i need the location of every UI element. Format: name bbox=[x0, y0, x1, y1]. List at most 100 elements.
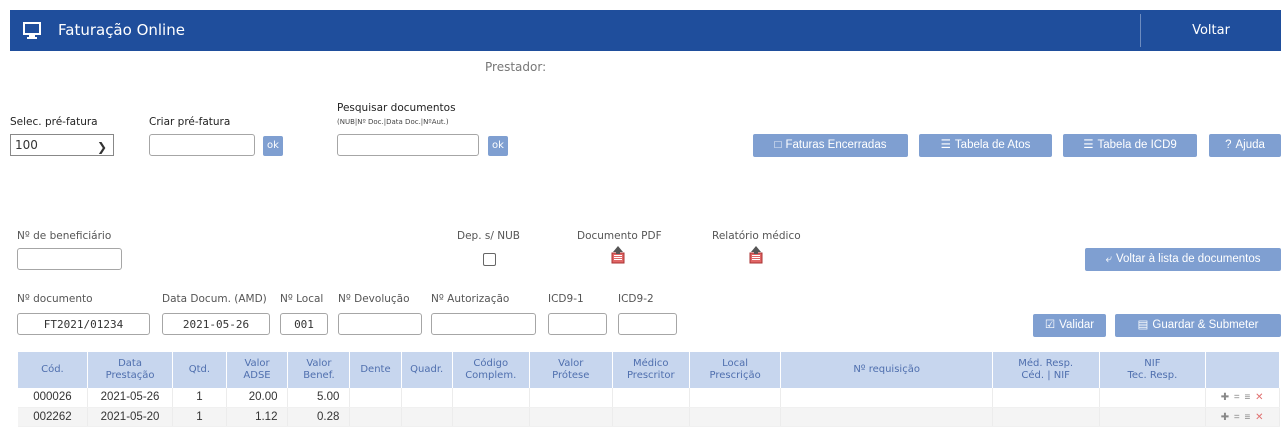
cell-empty bbox=[1099, 407, 1207, 427]
search-hint: (NUB|Nº Doc.|Data Doc.|NºAut.) bbox=[337, 118, 449, 126]
cell-empty bbox=[1099, 388, 1207, 408]
back-button[interactable]: Voltar bbox=[1141, 10, 1281, 51]
faturas-encerradas-label: Faturas Encerradas bbox=[785, 139, 887, 151]
save-icon: ▤ bbox=[1137, 319, 1149, 331]
list-icon: ☰ bbox=[1083, 139, 1094, 151]
column-header: Qtd. bbox=[172, 352, 227, 388]
column-header: Valor Prótese bbox=[529, 352, 613, 388]
pdf-upload-icon[interactable] bbox=[610, 246, 626, 264]
tabela-icd9-label: Tabela de ICD9 bbox=[1097, 139, 1177, 151]
doc-number-label: Nº documento bbox=[17, 293, 93, 305]
cell-cod: 002262 bbox=[18, 407, 88, 427]
beneficiario-label: Nº de beneficiário bbox=[17, 230, 112, 242]
column-header: NIF Tec. Resp. bbox=[1099, 352, 1207, 388]
create-prefatura-ok-button[interactable]: ok bbox=[263, 136, 283, 156]
tabela-atos-button[interactable]: ☰ Tabela de Atos bbox=[919, 134, 1052, 157]
column-header: Local Prescrição bbox=[689, 352, 782, 388]
list-icon[interactable]: ≡ bbox=[1245, 392, 1252, 403]
app-title: Faturação Online bbox=[58, 21, 185, 39]
plus-icon[interactable]: ✚ bbox=[1221, 412, 1230, 423]
cell-data: 2021-05-26 bbox=[87, 388, 174, 408]
cell-empty bbox=[612, 407, 690, 427]
column-header: Cód. bbox=[18, 352, 88, 388]
cell-adse: 1.12 bbox=[226, 407, 289, 427]
document-icon: □ bbox=[774, 139, 782, 151]
plus-icon[interactable]: ✚ bbox=[1221, 392, 1230, 403]
column-header: Nº requisição bbox=[780, 352, 993, 388]
autorizacao-input[interactable] bbox=[431, 313, 536, 335]
create-prefatura-input[interactable] bbox=[149, 134, 255, 156]
equals-icon[interactable]: = bbox=[1234, 412, 1241, 423]
devolucao-input[interactable] bbox=[338, 313, 422, 335]
icd9-1-input[interactable] bbox=[548, 313, 607, 335]
cell-empty bbox=[401, 388, 453, 408]
cell-empty bbox=[992, 388, 1100, 408]
select-prefatura-label: Selec. pré-fatura bbox=[10, 116, 98, 128]
beneficiario-input[interactable] bbox=[17, 248, 122, 270]
cell-empty bbox=[401, 407, 453, 427]
guardar-submeter-label: Guardar & Submeter bbox=[1152, 319, 1259, 331]
column-header: Data Prestação bbox=[87, 352, 174, 388]
equals-icon[interactable]: = bbox=[1234, 392, 1241, 403]
doc-number-input[interactable] bbox=[17, 313, 150, 335]
chevron-down-icon: ❯ bbox=[96, 140, 107, 154]
table-row[interactable]: 002262 2021-05-20 1 1.12 0.28 ✚ = ≡ ✕ bbox=[18, 407, 1280, 427]
tabela-atos-label: Tabela de Atos bbox=[954, 139, 1031, 151]
dep-nub-checkbox[interactable] bbox=[483, 253, 496, 266]
cell-empty bbox=[612, 388, 690, 408]
help-label: Ajuda bbox=[1235, 139, 1265, 151]
local-input[interactable] bbox=[280, 313, 328, 335]
doc-date-input[interactable] bbox=[162, 313, 270, 335]
table-row[interactable]: 000026 2021-05-26 1 20.00 5.00 ✚ = ≡ ✕ bbox=[18, 388, 1280, 408]
prefatura-select[interactable]: 100 ❯ bbox=[10, 134, 114, 156]
create-prefatura-label: Criar pré-fatura bbox=[149, 116, 231, 128]
cell-benef: 0.28 bbox=[287, 407, 351, 427]
delete-icon[interactable]: ✕ bbox=[1255, 392, 1264, 403]
search-label: Pesquisar documentos bbox=[337, 102, 456, 114]
row-actions: ✚ = ≡ ✕ bbox=[1205, 388, 1280, 408]
cell-empty bbox=[529, 407, 613, 427]
pdf-label: Documento PDF bbox=[577, 230, 662, 242]
tabela-icd9-button[interactable]: ☰ Tabela de ICD9 bbox=[1063, 134, 1197, 157]
list-icon: ☰ bbox=[940, 139, 951, 151]
list-icon[interactable]: ≡ bbox=[1245, 412, 1252, 423]
guardar-submeter-button[interactable]: ▤ Guardar & Submeter bbox=[1115, 314, 1281, 337]
cell-empty bbox=[992, 407, 1100, 427]
cell-qtd: 1 bbox=[172, 407, 227, 427]
monitor-icon bbox=[23, 22, 41, 39]
icd9-1-label: ICD9-1 bbox=[548, 293, 584, 305]
cell-empty bbox=[349, 388, 402, 408]
column-header: Médico Prescritor bbox=[612, 352, 690, 388]
documents-table: Cód. Data Prestação Qtd. Valor ADSE Valor Benef… bbox=[18, 352, 1280, 427]
validar-label: Validar bbox=[1059, 319, 1095, 331]
search-input[interactable] bbox=[337, 134, 479, 156]
faturas-encerradas-button[interactable]: □ Faturas Encerradas bbox=[753, 134, 908, 157]
column-header: Méd. Resp. Céd. | NIF bbox=[992, 352, 1100, 388]
cell-benef: 5.00 bbox=[287, 388, 351, 408]
help-icon: ? bbox=[1225, 139, 1232, 151]
doc-date-label: Data Docum. (AMD) bbox=[162, 293, 267, 305]
icd9-2-label: ICD9-2 bbox=[618, 293, 654, 305]
cell-empty bbox=[689, 388, 782, 408]
devolucao-label: Nº Devolução bbox=[338, 293, 410, 305]
relatorio-upload-icon[interactable] bbox=[748, 246, 764, 264]
cell-empty bbox=[452, 407, 530, 427]
voltar-lista-label: Voltar à lista de documentos bbox=[1115, 253, 1261, 265]
search-ok-button[interactable]: ok bbox=[488, 136, 508, 156]
table-header-row: Cód. Data Prestação Qtd. Valor ADSE Valor Benef… bbox=[18, 352, 1280, 388]
prestador-label: Prestador: bbox=[485, 60, 547, 74]
cell-cod: 000026 bbox=[18, 388, 88, 408]
column-header: Valor Benef. bbox=[287, 352, 351, 388]
dep-nub-label: Dep. s/ NUB bbox=[457, 230, 520, 242]
autorizacao-label: Nº Autorização bbox=[431, 293, 510, 305]
validar-button[interactable]: ☑ Validar bbox=[1033, 314, 1106, 337]
delete-icon[interactable]: ✕ bbox=[1255, 412, 1264, 423]
app-header: Faturação Online Voltar bbox=[10, 10, 1281, 51]
cell-empty bbox=[689, 407, 782, 427]
column-header: Dente bbox=[349, 352, 402, 388]
icd9-2-input[interactable] bbox=[618, 313, 677, 335]
help-button[interactable]: ? Ajuda bbox=[1209, 134, 1281, 157]
row-actions: ✚ = ≡ ✕ bbox=[1205, 407, 1280, 427]
voltar-lista-button[interactable]: ⤶ Voltar à lista de documentos bbox=[1085, 248, 1281, 271]
cell-empty bbox=[529, 388, 613, 408]
